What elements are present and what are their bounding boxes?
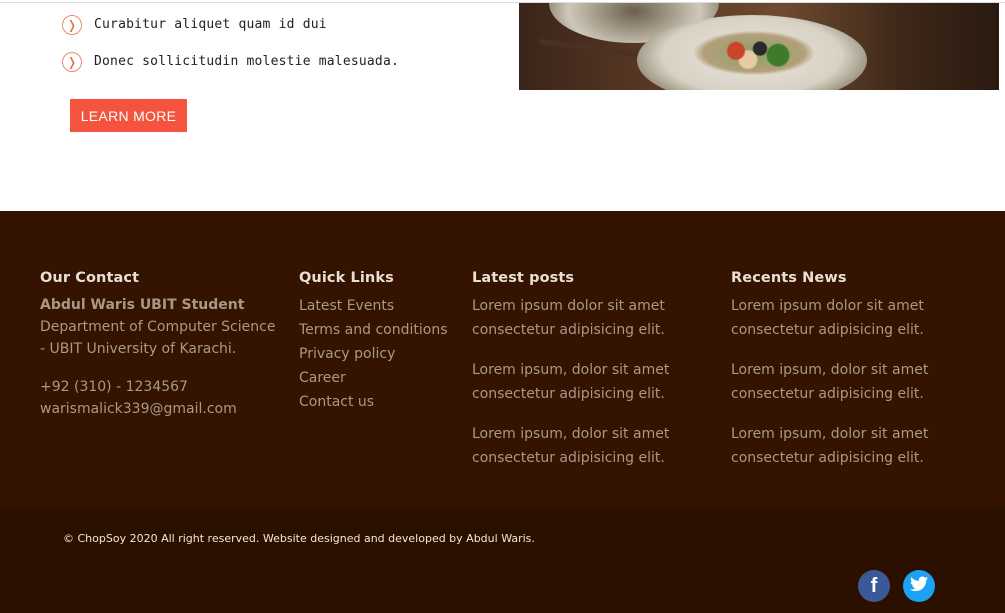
- quick-links-heading: Quick Links: [299, 270, 394, 286]
- contact-email[interactable]: warismalick339@gmail.com: [40, 398, 280, 420]
- news-line: consectetur adipisicing elit.: [731, 386, 924, 402]
- twitter-link[interactable]: [903, 570, 935, 602]
- contact-column: Our Contact Abdul Waris UBIT Student Dep…: [40, 270, 280, 420]
- feature-item: ❭ Donec sollicitudin molestie malesuada.: [62, 43, 502, 80]
- copyright-text: © ChopSoy 2020 All right reserved. Websi…: [63, 532, 535, 545]
- news-line: Lorem ipsum dolor sit amet: [731, 298, 924, 314]
- learn-more-button[interactable]: LEARN MORE: [70, 99, 187, 132]
- quick-link-contact[interactable]: Contact us: [299, 390, 459, 414]
- post-item[interactable]: Lorem ipsum, dolor sit amet consectetur …: [472, 422, 712, 470]
- feature-item: ❭ Curabitur aliquet quam id dui: [62, 6, 502, 43]
- post-item[interactable]: Lorem ipsum, dolor sit amet consectetur …: [472, 358, 712, 406]
- facebook-link[interactable]: f: [858, 570, 890, 602]
- news-item[interactable]: Lorem ipsum dolor sit amet consectetur a…: [731, 294, 971, 342]
- recent-news-heading: Recents News: [731, 270, 847, 286]
- contact-dept: - UBIT University of Karachi.: [40, 341, 237, 357]
- quick-link-terms[interactable]: Terms and conditions: [299, 318, 459, 342]
- feature-text: Curabitur aliquet quam id dui: [94, 17, 327, 32]
- post-item[interactable]: Lorem ipsum dolor sit amet consectetur a…: [472, 294, 712, 342]
- contact-name: Abdul Waris UBIT Student: [40, 297, 245, 313]
- news-line: consectetur adipisicing elit.: [731, 450, 924, 466]
- news-line: Lorem ipsum, dolor sit amet: [731, 362, 929, 378]
- post-line: Lorem ipsum, dolor sit amet: [472, 362, 670, 378]
- news-line: consectetur adipisicing elit.: [731, 322, 924, 338]
- twitter-icon: [910, 576, 928, 596]
- chevron-right-icon: ❭: [62, 14, 82, 35]
- quick-links-column: Quick Links Latest Events Terms and cond…: [299, 270, 459, 414]
- latest-posts-heading: Latest posts: [472, 270, 575, 286]
- feature-text: Donec sollicitudin molestie malesuada.: [94, 54, 400, 69]
- post-line: Lorem ipsum dolor sit amet: [472, 298, 665, 314]
- contact-phone: +92 (310) - 1234567: [40, 379, 188, 395]
- facebook-icon: f: [870, 574, 878, 597]
- post-line: consectetur adipisicing elit.: [472, 322, 665, 338]
- food-image: [519, 3, 999, 90]
- footer-bottom-bar: [0, 507, 1005, 613]
- contact-dept: Department of Computer Science: [40, 319, 276, 335]
- contact-heading: Our Contact: [40, 270, 140, 286]
- salad-shape: [694, 31, 814, 75]
- news-item[interactable]: Lorem ipsum, dolor sit amet consectetur …: [731, 358, 971, 406]
- recent-news-column: Recents News Lorem ipsum dolor sit amet …: [731, 270, 971, 486]
- news-line: Lorem ipsum, dolor sit amet: [731, 426, 929, 442]
- feature-list: ❭ Curabitur aliquet quam id dui ❭ Donec …: [62, 6, 502, 80]
- chevron-right-icon: ❭: [62, 51, 82, 72]
- post-line: Lorem ipsum, dolor sit amet: [472, 426, 670, 442]
- post-line: consectetur adipisicing elit.: [472, 450, 665, 466]
- news-item[interactable]: Lorem ipsum, dolor sit amet consectetur …: [731, 422, 971, 470]
- quick-link-latest-events[interactable]: Latest Events: [299, 294, 459, 318]
- latest-posts-column: Latest posts Lorem ipsum dolor sit amet …: [472, 270, 712, 486]
- post-line: consectetur adipisicing elit.: [472, 386, 665, 402]
- quick-link-career[interactable]: Career: [299, 366, 459, 390]
- quick-link-privacy[interactable]: Privacy policy: [299, 342, 459, 366]
